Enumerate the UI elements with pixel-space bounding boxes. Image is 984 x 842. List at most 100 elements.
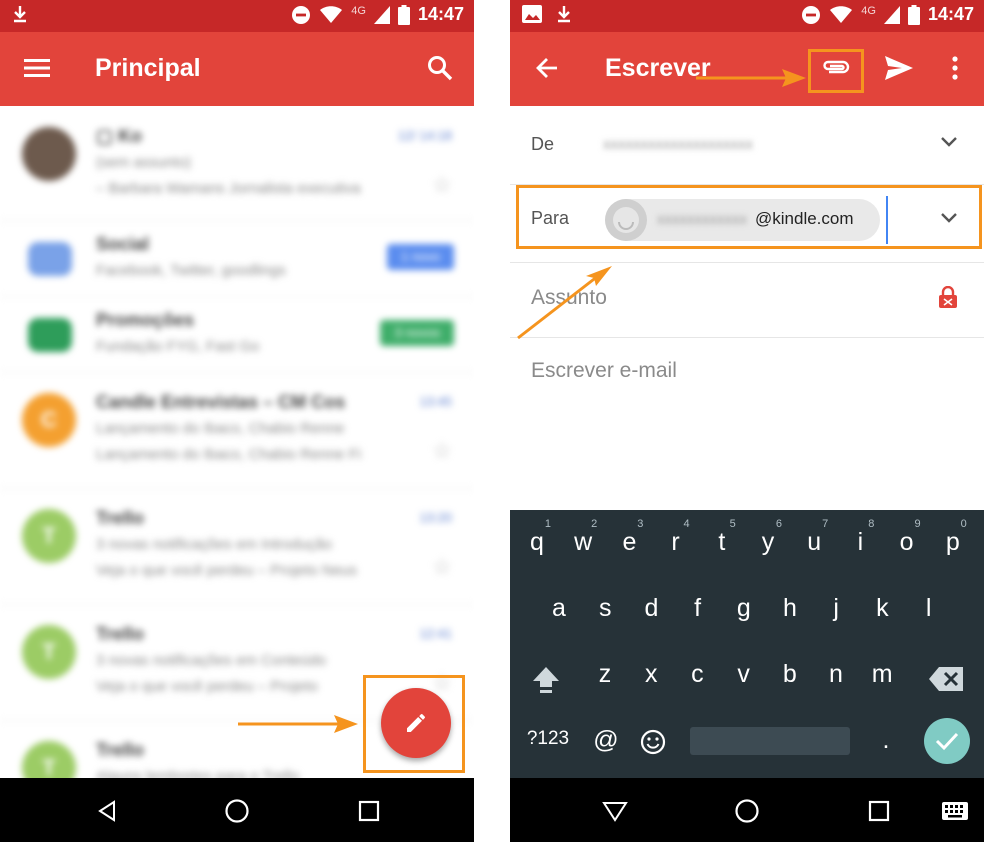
key-h[interactable]: h	[770, 594, 810, 623]
home-nav-icon[interactable]	[732, 796, 762, 826]
key-q[interactable]: q1	[517, 518, 557, 557]
sender-name: Candle Entrevistas – CM Cos	[96, 392, 346, 412]
timestamp: 12:41	[419, 626, 452, 641]
attach-highlight-box	[808, 49, 864, 93]
spacebar[interactable]	[690, 727, 850, 755]
snippet: 3 novas notificações em Introdução	[96, 536, 332, 553]
key-l[interactable]: l	[909, 594, 949, 623]
key-n[interactable]: n	[816, 660, 856, 689]
key-m[interactable]: m	[862, 660, 902, 689]
at-key[interactable]: @	[586, 726, 626, 755]
menu-icon[interactable]	[19, 50, 55, 86]
avatar: C	[22, 393, 76, 447]
list-item[interactable]: ▢ Ko (sem assunto) – Barbara Wamans Jornal…	[0, 106, 474, 221]
star-icon[interactable]: ☆	[432, 438, 452, 464]
key-y[interactable]: y6	[748, 518, 788, 557]
star-icon[interactable]: ☆	[432, 172, 452, 198]
symbols-key[interactable]: ?123	[520, 728, 576, 750]
key-e[interactable]: e3	[609, 518, 649, 557]
keyboard-switch-icon[interactable]	[940, 796, 970, 826]
list-item[interactable]: T Trello 3 novas notificações em Introduçã…	[0, 488, 474, 605]
key-r[interactable]: r4	[656, 518, 696, 557]
status-badge: 1 novo	[386, 244, 454, 270]
star-icon[interactable]: ☆	[432, 554, 452, 580]
more-options-icon[interactable]	[937, 50, 973, 86]
download-icon	[558, 6, 570, 23]
search-icon[interactable]	[422, 50, 458, 86]
sender-name: Trello	[96, 624, 145, 644]
key-c[interactable]: c	[677, 660, 717, 689]
key-i[interactable]: i8	[840, 518, 880, 557]
key-o[interactable]: o9	[887, 518, 927, 557]
key-hint: 5	[729, 518, 736, 530]
avatar	[22, 127, 76, 181]
snippet: (sem assunto)	[96, 154, 192, 171]
key-z[interactable]: z	[585, 660, 625, 689]
key-hint: 1	[544, 518, 551, 530]
snippet: Fundação FYG, Fast Go	[96, 338, 260, 355]
app-bar: Principal	[0, 32, 474, 106]
shift-icon[interactable]	[530, 664, 562, 696]
backspace-icon[interactable]	[928, 666, 964, 692]
key-hint: 8	[868, 518, 875, 530]
home-nav-icon[interactable]	[222, 796, 252, 826]
key-hint: 4	[683, 518, 690, 530]
sender-name: Trello	[96, 740, 145, 760]
back-nav-icon[interactable]	[92, 796, 122, 826]
lock-icon[interactable]	[938, 286, 958, 308]
back-nav-icon[interactable]	[600, 796, 630, 826]
enter-button[interactable]	[924, 718, 970, 764]
checkmark-icon	[935, 732, 959, 751]
back-arrow-icon[interactable]	[529, 50, 565, 86]
snippet: Lançamento do Ibaco, Chabio Renne Fi	[96, 446, 362, 463]
network-type: 4G	[351, 4, 366, 17]
battery-icon	[907, 4, 920, 25]
from-field[interactable]: De xxxxxxxxxxxxxxxxxxxx	[510, 106, 984, 185]
key-s[interactable]: s	[585, 594, 625, 623]
key-hint: 7	[822, 518, 829, 530]
snippet: 3 novas notificações em Conteúdo	[96, 652, 327, 669]
key-hint: 9	[914, 518, 921, 530]
body-placeholder: Escrever e-mail	[531, 359, 677, 382]
pointer-arrow	[696, 69, 806, 87]
list-item[interactable]: Promoções Fundação FYG, Fast Go 3 novos	[0, 296, 474, 373]
body-field[interactable]: Escrever e-mail	[510, 337, 984, 510]
recents-nav-icon[interactable]	[354, 796, 384, 826]
key-t[interactable]: t5	[702, 518, 742, 557]
avatar	[28, 242, 72, 276]
key-a[interactable]: a	[539, 594, 579, 623]
key-p[interactable]: p0	[933, 518, 973, 557]
snippet: Lançamento do Ibaco, Chabio Renne	[96, 420, 345, 437]
timestamp: 12/ 14:18	[397, 128, 452, 143]
chevron-down-icon[interactable]	[940, 136, 958, 148]
recents-nav-icon[interactable]	[864, 796, 894, 826]
key-hint: 0	[960, 518, 967, 530]
key-w[interactable]: w2	[563, 518, 603, 557]
pointer-arrow	[517, 266, 612, 340]
list-item[interactable]: C Candle Entrevistas – CM Cos Lançamento d…	[0, 372, 474, 489]
key-x[interactable]: x	[631, 660, 671, 689]
to-highlight-box	[516, 185, 982, 249]
key-j[interactable]: j	[816, 594, 856, 623]
send-icon[interactable]	[881, 50, 917, 86]
sender-name: ▢ Ko	[96, 126, 143, 146]
clock: 14:47	[927, 4, 974, 24]
avatar: T	[22, 741, 76, 778]
snippet: Veja o que você perdeu – Projeto	[96, 678, 318, 695]
avatar: T	[22, 509, 76, 563]
key-k[interactable]: k	[862, 594, 902, 623]
key-v[interactable]: v	[724, 660, 764, 689]
do-not-disturb-icon	[292, 5, 311, 24]
key-d[interactable]: d	[631, 594, 671, 623]
key-g[interactable]: g	[724, 594, 764, 623]
period-key[interactable]: .	[866, 726, 906, 755]
status-bar: 4G 14:47	[0, 0, 474, 32]
key-b[interactable]: b	[770, 660, 810, 689]
emoji-icon[interactable]	[640, 729, 666, 755]
list-item[interactable]: Social Facebook, Twitter, goodlings 1 novo	[0, 220, 474, 297]
page-title: Principal	[95, 54, 201, 82]
key-f[interactable]: f	[678, 594, 718, 623]
key-u[interactable]: u7	[794, 518, 834, 557]
avatar: T	[22, 625, 76, 679]
status-badge: 3 novos	[380, 320, 454, 346]
